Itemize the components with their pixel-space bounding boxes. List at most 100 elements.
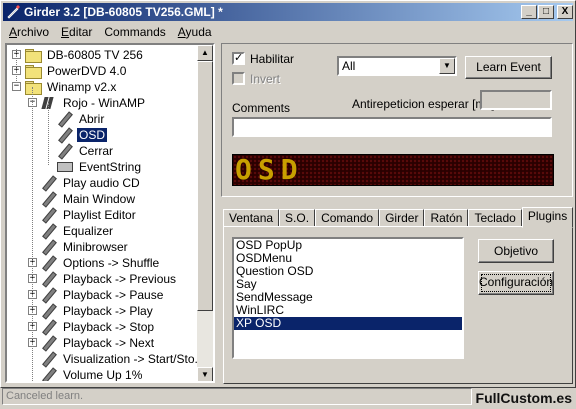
minimize-button[interactable]: _: [521, 5, 537, 19]
tree-item[interactable]: DB-60805 TV 256: [25, 47, 145, 63]
tree-item[interactable]: OSD: [57, 127, 108, 143]
tree-item-label: Playback -> Previous: [63, 272, 177, 286]
comments-label: Comments: [232, 101, 291, 115]
target-button[interactable]: Objetivo: [478, 239, 554, 263]
event-select[interactable]: All ▼: [337, 56, 457, 76]
invert-checkbox[interactable]: [232, 72, 245, 85]
tree-item[interactable]: Playback -> Previous: [41, 271, 178, 287]
tree-item-label: Playback -> Pause: [63, 288, 164, 302]
invert-label: Invert: [250, 72, 281, 86]
enable-checkbox[interactable]: ✓: [232, 52, 245, 65]
command-icon: [41, 176, 57, 190]
main-window: Girder 3.2 [DB-60805 TV256.GML] * _ □ X …: [0, 0, 576, 388]
tree-item-label: PowerDVD 4.0: [47, 64, 127, 78]
config-button[interactable]: Configuración: [478, 271, 554, 295]
menu-ayuda[interactable]: Ayuda: [172, 23, 218, 41]
tree-item[interactable]: Playlist Editor: [41, 207, 138, 223]
tab-girder[interactable]: Girder: [379, 209, 425, 227]
command-tree[interactable]: + DB-60805 TV 256 + PowerDVD 4.0− Winamp v2.…: [5, 43, 215, 383]
tree-item-label: Visualization -> Start/Sto...: [63, 352, 205, 366]
command-icon: [41, 304, 57, 318]
command-icon: [41, 208, 57, 222]
tree-item[interactable]: Playback -> Stop: [41, 319, 156, 335]
tree-item[interactable]: Options -> Shuffle: [41, 255, 161, 271]
keyboard-icon: [57, 162, 73, 172]
tree-connector: [48, 103, 49, 165]
tree-item[interactable]: Volume Up 1%: [41, 367, 144, 382]
close-button[interactable]: X: [557, 5, 573, 19]
tree-content: + DB-60805 TV 256 + PowerDVD 4.0− Winamp v2.…: [7, 45, 205, 382]
tree-item-label: Equalizer: [63, 224, 114, 238]
command-icon: [41, 240, 57, 254]
tab-plugins[interactable]: Plugins: [521, 207, 574, 228]
tree-item[interactable]: Cerrar: [57, 143, 115, 159]
title-bar[interactable]: Girder 3.2 [DB-60805 TV256.GML] *: [3, 3, 573, 21]
tree-scrollbar[interactable]: ▲ ▼: [197, 45, 213, 381]
tree-item-label: Playlist Editor: [63, 208, 136, 222]
scroll-down-button[interactable]: ▼: [197, 367, 213, 381]
tree-item-label: OSD: [77, 128, 108, 142]
tree-item[interactable]: PowerDVD 4.0: [25, 63, 128, 79]
tree-item-label: Winamp v2.x: [47, 80, 117, 94]
tree-item[interactable]: Playback -> Next: [41, 335, 156, 351]
multigroup-icon: [41, 96, 57, 110]
tree-item-label: Rojo - WinAMP: [63, 96, 146, 110]
command-icon: [41, 192, 57, 206]
folder-icon: [25, 49, 42, 63]
maximize-button[interactable]: □: [538, 5, 554, 19]
tab-raton[interactable]: Ratón: [424, 209, 469, 227]
menu-bar: Archivo Editar Commands Ayuda: [3, 23, 218, 41]
command-icon: [41, 368, 57, 381]
menu-archivo[interactable]: Archivo: [3, 23, 55, 41]
tab-teclado[interactable]: Teclado: [468, 209, 522, 227]
tree-item[interactable]: Playback -> Pause: [41, 287, 165, 303]
tree-item[interactable]: Abrir: [57, 111, 106, 127]
command-icon: [57, 144, 73, 158]
scroll-up-button[interactable]: ▲: [197, 45, 213, 61]
tree-item[interactable]: Visualization -> Start/Sto...: [41, 351, 207, 367]
tree-item-label: Abrir: [79, 112, 105, 126]
command-icon: [41, 336, 57, 350]
tree-item-label: DB-60805 TV 256: [47, 48, 143, 62]
tree-item-label: Volume Up 1%: [63, 368, 143, 382]
tree-item-label: Playback -> Next: [63, 336, 155, 350]
command-icon: [41, 224, 57, 238]
tree-item-label: Main Window: [63, 192, 136, 206]
menu-editar[interactable]: Editar: [55, 23, 98, 41]
plugin-list[interactable]: OSD PopUp OSDMenu Question OSD Say SendMessa…: [232, 237, 464, 359]
comments-input[interactable]: [232, 117, 552, 137]
tree-item-label: Playback -> Play: [63, 304, 153, 318]
tab-strip: Ventana S.O. Comando Girder Ratón Teclad…: [223, 207, 574, 228]
chevron-down-icon[interactable]: ▼: [439, 58, 455, 74]
folder-icon: [25, 65, 42, 79]
tree-item[interactable]: Winamp v2.x: [25, 79, 118, 95]
tab-ventana[interactable]: Ventana: [223, 209, 280, 227]
tree-item[interactable]: Play audio CD: [41, 175, 142, 191]
enable-label: Habilitar: [250, 52, 295, 66]
repeat-label: Antirepeticion esperar [ms]: [352, 97, 495, 111]
collapse-icon[interactable]: −: [12, 82, 21, 91]
status-bar: Canceled learn.: [2, 388, 472, 405]
tree-item[interactable]: Playback -> Play: [41, 303, 155, 319]
learn-event-button[interactable]: Learn Event: [465, 56, 552, 79]
tree-item[interactable]: EventString: [57, 159, 143, 175]
command-icon: [41, 272, 57, 286]
tab-so[interactable]: S.O.: [279, 209, 316, 227]
tab-comando[interactable]: Comando: [315, 209, 380, 227]
repeat-input[interactable]: [480, 90, 552, 110]
tree-item[interactable]: Minibrowser: [41, 239, 130, 255]
girder-app-icon: [7, 5, 20, 19]
tree-item-label: Play audio CD: [63, 176, 140, 190]
plugin-list-item[interactable]: XP OSD: [234, 317, 462, 330]
menu-commands[interactable]: Commands: [98, 23, 171, 41]
scroll-thumb[interactable]: [197, 61, 213, 311]
led-display: OSD: [232, 154, 554, 186]
tree-item-label: EventString: [79, 160, 142, 174]
settings-panel: ✓ Habilitar Invert All ▼ Learn Event Ant…: [221, 43, 573, 197]
event-select-value: All: [342, 59, 356, 73]
tree-item[interactable]: Rojo - WinAMP: [41, 95, 147, 111]
tree-item[interactable]: Equalizer: [41, 223, 115, 239]
tree-item[interactable]: Main Window: [41, 191, 137, 207]
plugin-list-item[interactable]: Question OSD: [234, 265, 462, 278]
command-icon: [57, 112, 73, 126]
